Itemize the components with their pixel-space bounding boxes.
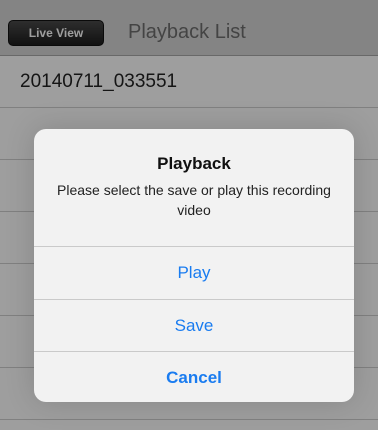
playback-list-screen: Live View Playback List 20140711_033551 bbox=[0, 0, 378, 430]
save-button[interactable]: Save bbox=[34, 300, 354, 352]
playback-alert-dialog: Playback Please select the save or play … bbox=[34, 129, 354, 402]
play-button[interactable]: Play bbox=[34, 247, 354, 299]
alert-message: Please select the save or play this reco… bbox=[57, 182, 331, 218]
cancel-button[interactable]: Cancel bbox=[34, 352, 354, 402]
alert-title: Playback bbox=[157, 154, 231, 173]
